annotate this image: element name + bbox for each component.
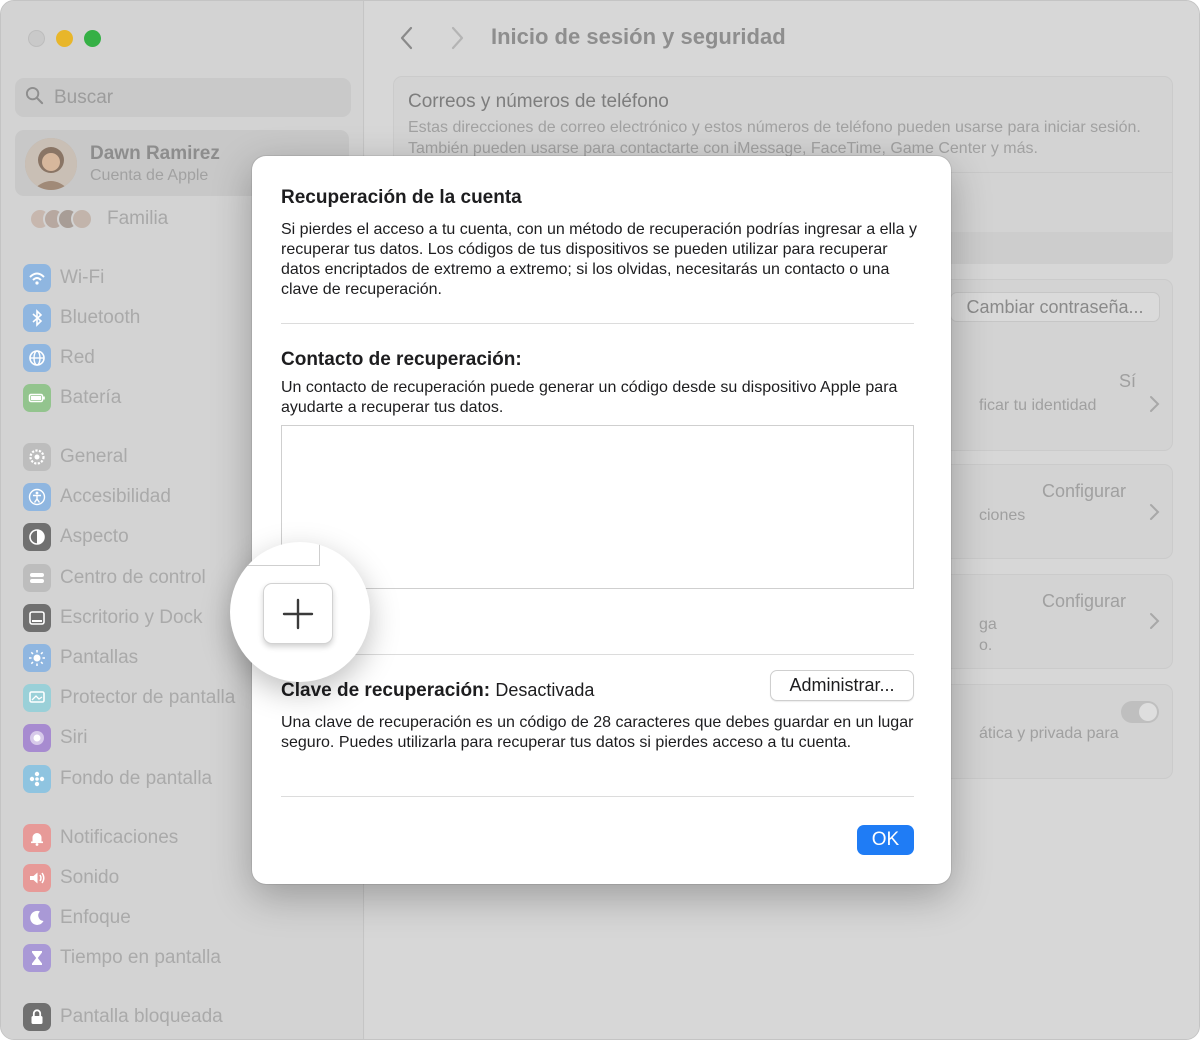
sidebar-item-label: Red <box>60 347 95 368</box>
sidebar-item-label: Pantallas <box>60 647 139 668</box>
sun-icon <box>23 644 51 672</box>
sidebar-item-label: Pantalla bloqueada <box>60 1006 223 1027</box>
dialog-title: Recuperación de la cuenta <box>281 187 522 208</box>
chevron-right-icon[interactable] <box>1148 503 1160 521</box>
emails-panel-description: Estas direcciones de correo electrónico … <box>408 119 1141 157</box>
advanced-toggle[interactable] <box>1121 701 1159 723</box>
battery-icon <box>23 384 51 412</box>
sidebar-item-tiempo-en-pantalla[interactable]: Tiempo en pantalla <box>23 943 353 973</box>
recovery-key-description: Una clave de recuperación es un código d… <box>281 714 914 751</box>
sidebar-item-label: Fondo de pantalla <box>60 768 213 789</box>
screensaver-icon <box>23 684 51 712</box>
accessibility-icon <box>23 483 51 511</box>
two-factor-value: Sí <box>1119 371 1137 391</box>
sidebar-item-pantalla-bloqueada[interactable]: Pantalla bloqueada <box>23 1002 353 1032</box>
list-border-magnified <box>230 565 320 566</box>
list-border-magnified <box>319 542 320 565</box>
plus-icon <box>282 598 314 629</box>
back-arrow-icon[interactable] <box>395 25 419 51</box>
sidebar-item-label: Batería <box>60 387 122 408</box>
two-factor-partial-text: ficar tu identidad <box>979 397 1097 414</box>
page-title: Inicio de sesión y seguridad <box>491 24 786 49</box>
chevron-right-icon[interactable] <box>1148 395 1160 413</box>
sidebar-item-label: Escritorio y Dock <box>60 607 203 628</box>
sidebar-item-label: Tiempo en pantalla <box>60 947 221 968</box>
lock-icon <box>23 1003 51 1031</box>
minimize-window-button[interactable] <box>56 30 73 47</box>
family-label: Familia <box>107 208 169 229</box>
row4-partial-line2: o. <box>979 637 993 654</box>
sidebar-item-label: Wi-Fi <box>60 267 105 288</box>
sidebar-item-enfoque[interactable]: Enfoque <box>23 903 353 933</box>
sidebar-item-label: General <box>60 446 128 467</box>
recovery-key-status: Desactivada <box>495 680 595 700</box>
ok-button[interactable]: OK <box>857 825 914 855</box>
moon-icon <box>23 904 51 932</box>
recovery-contacts-list[interactable] <box>281 425 914 589</box>
sidebar-item-label: Accesibilidad <box>60 486 171 507</box>
row3-partial-text: ciones <box>979 507 1026 524</box>
family-avatar <box>71 208 93 230</box>
sidebar-item-label: Aspecto <box>60 526 129 547</box>
row5-partial-text: ática y privada para <box>979 725 1119 742</box>
account-recovery-dialog: Recuperación de la cuenta Si pierdes el … <box>252 156 951 884</box>
window-controls <box>28 30 101 47</box>
row3-value: Configurar <box>1042 481 1127 501</box>
recovery-key-row: Clave de recuperación: Desactivada <box>281 680 594 702</box>
bell-icon <box>23 824 51 852</box>
sidebar-item-label: Notificaciones <box>60 827 179 848</box>
appearance-icon <box>23 523 51 551</box>
manage-recovery-key-button[interactable]: Administrar... <box>770 670 914 701</box>
system-settings-window: Buscar Dawn Ramirez Cuenta de Apple Fami… <box>0 0 1200 1040</box>
sidebar-item-label: Siri <box>60 727 88 748</box>
sidebar-item-family[interactable]: Familia <box>29 206 168 232</box>
wifi-icon <box>23 264 51 292</box>
sidebar-item-label: Sonido <box>60 867 120 888</box>
hourglass-icon <box>23 944 51 972</box>
row4-value: Configurar <box>1042 591 1127 611</box>
dock-icon <box>23 604 51 632</box>
divider <box>281 654 914 655</box>
recovery-contact-description: Un contacto de recuperación puede genera… <box>281 379 898 416</box>
sidebar-item-label: Protector de pantalla <box>60 687 236 708</box>
emails-panel-title: Correos y números de teléfono <box>408 91 669 112</box>
search-field[interactable]: Buscar <box>15 78 351 117</box>
forward-arrow-icon[interactable] <box>445 25 469 51</box>
account-subtitle: Cuenta de Apple <box>90 167 209 184</box>
close-window-button[interactable] <box>28 30 45 47</box>
sidebar-item-label: Bluetooth <box>60 307 141 328</box>
globe-icon <box>23 344 51 372</box>
siri-icon <box>23 724 51 752</box>
search-icon <box>25 86 44 110</box>
magnifier-callout <box>230 542 370 682</box>
recovery-key-heading: Clave de recuperación: <box>281 680 491 701</box>
maximize-window-button[interactable] <box>84 30 101 47</box>
bluetooth-icon <box>23 304 51 332</box>
row4-partial-line1: ga <box>979 616 997 633</box>
wallpaper-icon <box>23 765 51 793</box>
recovery-contact-heading: Contacto de recuperación: <box>281 349 522 370</box>
dialog-intro-text: Si pierdes el acceso a tu cuenta, con un… <box>281 221 917 298</box>
sidebar-item-label: Enfoque <box>60 907 131 928</box>
avatar <box>25 138 77 190</box>
divider <box>281 323 914 324</box>
control-center-icon <box>23 564 51 592</box>
gear-icon <box>23 443 51 471</box>
search-placeholder: Buscar <box>54 86 114 108</box>
account-name: Dawn Ramirez <box>90 143 220 164</box>
add-recovery-contact-button[interactable] <box>263 583 333 644</box>
change-password-button[interactable]: Cambiar contraseña... <box>950 292 1160 322</box>
divider <box>281 796 914 797</box>
chevron-right-icon[interactable] <box>1148 612 1160 630</box>
sidebar-item-label: Centro de control <box>60 567 206 588</box>
speaker-icon <box>23 864 51 892</box>
